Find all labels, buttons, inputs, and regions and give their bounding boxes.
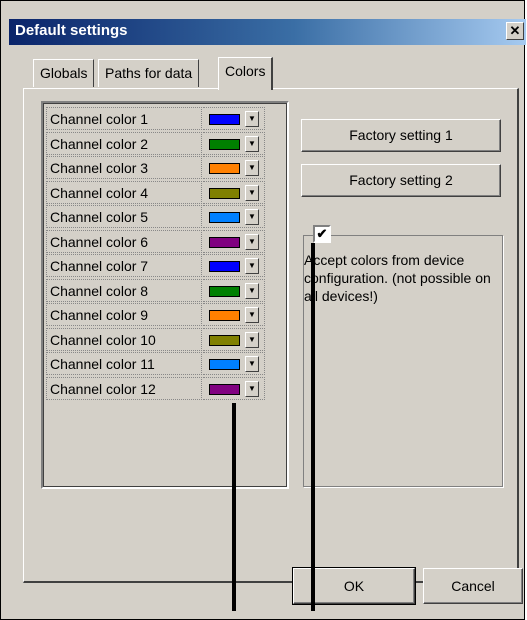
- color-swatch: [209, 236, 240, 248]
- list-item[interactable]: Channel color 12 ▼: [46, 376, 267, 401]
- list-item[interactable]: Channel color 4 ▼: [46, 180, 267, 205]
- color-swatch: [209, 212, 240, 223]
- color-swatch: [209, 163, 240, 174]
- channel-color-label: Channel color 5: [46, 205, 202, 228]
- color-swatch: [209, 383, 240, 395]
- color-select[interactable]: ▼: [203, 327, 265, 351]
- tab-paths-for-data[interactable]: Paths for data: [98, 59, 200, 87]
- list-item[interactable]: Channel color 8 ▼: [46, 278, 267, 303]
- channel-color-label: Channel color 3: [46, 156, 202, 179]
- list-item[interactable]: Channel color 5 ▼: [46, 205, 267, 229]
- channel-color-label: Channel color 1: [46, 107, 202, 130]
- tab-globals[interactable]: Globals: [33, 59, 95, 87]
- color-select[interactable]: ▼: [203, 156, 265, 179]
- chevron-down-icon[interactable]: ▼: [245, 209, 259, 225]
- factory-setting-1-button[interactable]: Factory setting 1: [301, 119, 501, 152]
- factory-setting-2-button[interactable]: Factory setting 2: [301, 164, 501, 197]
- chevron-down-icon[interactable]: ▼: [245, 111, 259, 127]
- color-select[interactable]: ▼: [203, 131, 265, 155]
- accept-colors-checkbox[interactable]: ✔: [313, 225, 331, 243]
- channel-color-label: Channel color 8: [46, 278, 202, 302]
- color-swatch: [209, 359, 240, 370]
- list-item[interactable]: Channel color 6 ▼: [46, 229, 267, 254]
- channel-color-label: Channel color 7: [46, 254, 202, 277]
- chevron-down-icon[interactable]: ▼: [245, 233, 259, 250]
- color-select[interactable]: ▼: [203, 180, 265, 204]
- color-select[interactable]: ▼: [203, 229, 265, 253]
- chevron-down-icon[interactable]: ▼: [245, 258, 259, 274]
- tab-colors[interactable]: Colors: [218, 57, 274, 90]
- checkmark-icon: ✔: [316, 226, 328, 241]
- cancel-button[interactable]: Cancel: [423, 568, 523, 604]
- chevron-down-icon[interactable]: ▼: [245, 331, 259, 348]
- color-swatch: [209, 187, 240, 199]
- channel-color-label: Channel color 2: [46, 131, 202, 155]
- close-button[interactable]: ✕: [506, 22, 524, 40]
- color-swatch: [209, 138, 240, 150]
- channel-color-label: Channel color 9: [46, 303, 202, 326]
- channel-color-label: Channel color 10: [46, 327, 202, 351]
- title-bar[interactable]: Default settings ✕: [9, 19, 526, 45]
- pointer-line-checkbox: [311, 243, 315, 611]
- channel-color-label: Channel color 6: [46, 229, 202, 253]
- chevron-down-icon[interactable]: ▼: [245, 184, 259, 201]
- color-select[interactable]: ▼: [203, 352, 265, 375]
- list-item[interactable]: Channel color 10 ▼: [46, 327, 267, 352]
- color-select[interactable]: ▼: [203, 205, 265, 228]
- channel-color-label: Channel color 11: [46, 352, 202, 375]
- color-swatch: [209, 114, 240, 125]
- color-select[interactable]: ▼: [203, 278, 265, 302]
- channel-color-label: Channel color 4: [46, 180, 202, 204]
- list-item[interactable]: Channel color 9 ▼: [46, 303, 267, 327]
- list-item[interactable]: Channel color 1 ▼: [46, 107, 267, 131]
- chevron-down-icon[interactable]: ▼: [245, 135, 259, 152]
- list-item[interactable]: Channel color 7 ▼: [46, 254, 267, 278]
- chevron-down-icon[interactable]: ▼: [245, 356, 259, 372]
- accept-colors-label: Accept colors from device configuration.…: [304, 252, 491, 304]
- chevron-down-icon[interactable]: ▼: [245, 160, 259, 176]
- list-item[interactable]: Channel color 2 ▼: [46, 131, 267, 156]
- color-select[interactable]: ▼: [203, 254, 265, 277]
- color-swatch: [209, 334, 240, 346]
- channel-color-label: Channel color 12: [46, 376, 202, 400]
- pointer-line-list: [232, 403, 236, 611]
- dialog-title: Default settings: [15, 22, 128, 39]
- color-swatch: [209, 261, 240, 272]
- chevron-down-icon[interactable]: ▼: [245, 380, 259, 397]
- color-swatch: [209, 285, 240, 297]
- list-item[interactable]: Channel color 3 ▼: [46, 156, 267, 180]
- chevron-down-icon[interactable]: ▼: [245, 282, 259, 299]
- list-item[interactable]: Channel color 11 ▼: [46, 352, 267, 376]
- default-settings-dialog: Default settings ✕ Globals Paths for dat…: [0, 0, 526, 620]
- color-select[interactable]: ▼: [203, 303, 265, 326]
- chevron-down-icon[interactable]: ▼: [245, 307, 259, 323]
- color-select[interactable]: ▼: [203, 107, 265, 130]
- color-swatch: [209, 310, 240, 321]
- color-select[interactable]: ▼: [203, 376, 265, 400]
